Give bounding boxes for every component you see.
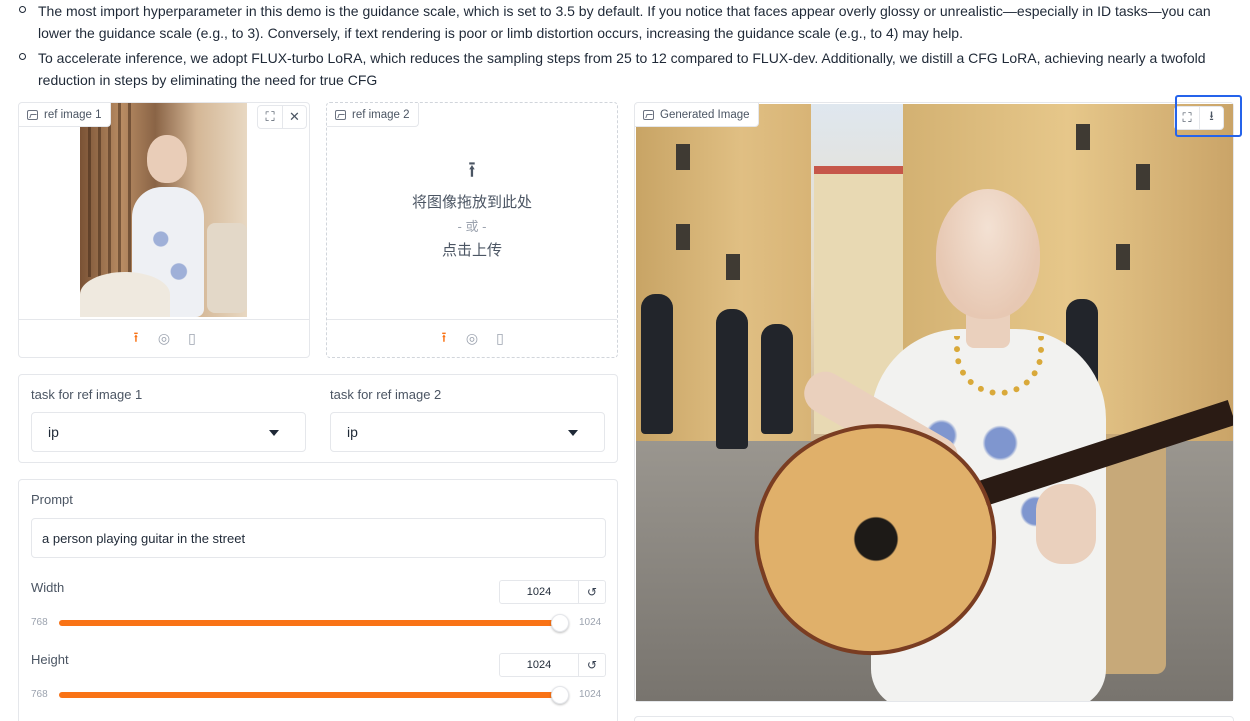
- generated-image-panel: Generated Image ⛶ ⭳: [634, 102, 1234, 702]
- image-icon: [27, 109, 38, 120]
- width-label: Width: [31, 580, 65, 595]
- width-slider-fill: [59, 620, 562, 626]
- settings-panel: Prompt a person playing guitar in the st…: [18, 479, 618, 721]
- ref-image-1-label: ref image 1: [19, 103, 111, 127]
- note-text: To accelerate inference, we adopt FLUX-t…: [38, 50, 1206, 88]
- next-panel: [634, 716, 1234, 721]
- ref-image-1-panel[interactable]: ref image 1 ⛶ ✕ ⭱ ◎ ▯: [18, 102, 310, 358]
- task1-dropdown[interactable]: ip: [31, 412, 306, 452]
- height-slider[interactable]: [59, 686, 569, 704]
- height-min: 768: [31, 689, 48, 700]
- height-slider-thumb[interactable]: [551, 686, 569, 704]
- generated-image-label: Generated Image: [635, 103, 759, 127]
- ref-image-2-toolbar: ⭱ ◎ ▯: [327, 319, 617, 357]
- height-max: 1024: [579, 689, 602, 700]
- upload-icon[interactable]: ⭱: [129, 329, 143, 346]
- note-turbo: To accelerate inference, we adopt FLUX-t…: [18, 47, 1228, 91]
- fullscreen-icon[interactable]: ⛶: [1175, 107, 1199, 129]
- height-slider-fill: [59, 692, 562, 698]
- width-max: 1024: [579, 617, 602, 628]
- reset-icon[interactable]: ↺: [579, 653, 606, 677]
- width-number-input[interactable]: 1024: [499, 580, 579, 604]
- fullscreen-icon[interactable]: ⛶: [258, 106, 282, 128]
- note-text: The most import hyperparameter in this d…: [38, 3, 1211, 41]
- click-upload-text[interactable]: 点击上传: [442, 239, 502, 263]
- height-number-input[interactable]: 1024: [499, 653, 579, 677]
- or-text: - 或 -: [457, 219, 487, 234]
- image-icon: [643, 109, 654, 120]
- task2-value: ip: [347, 424, 358, 440]
- height-label: Height: [31, 652, 69, 667]
- task2-dropdown[interactable]: ip: [330, 412, 605, 452]
- generated-image-actions: ⛶ ⭳: [1174, 106, 1224, 130]
- ref-image-1-toolbar: ⭱ ◎ ▯: [19, 319, 309, 357]
- prompt-input[interactable]: a person playing guitar in the street: [31, 518, 606, 558]
- webcam-icon[interactable]: ◎: [157, 330, 171, 346]
- chevron-down-icon: [269, 430, 279, 436]
- width-min: 768: [31, 617, 48, 628]
- clipboard-icon[interactable]: ▯: [493, 330, 507, 346]
- ref-image-1-preview: [80, 103, 247, 317]
- task1-label: task for ref image 1: [31, 387, 143, 402]
- width-slider-thumb[interactable]: [551, 614, 569, 632]
- generated-image: [636, 104, 1233, 701]
- webcam-icon[interactable]: ◎: [465, 330, 479, 346]
- notes-section: The most import hyperparameter in this d…: [18, 0, 1228, 93]
- task-selectors-panel: task for ref image 1 ip task for ref ima…: [18, 374, 618, 463]
- drop-text: 将图像拖放到此处: [411, 194, 532, 211]
- task2-label: task for ref image 2: [330, 387, 442, 402]
- clipboard-icon[interactable]: ▯: [185, 330, 199, 346]
- download-icon[interactable]: ⭳: [1199, 107, 1223, 129]
- ref-image-2-label: ref image 2: [327, 103, 419, 127]
- upload-icon[interactable]: ⭱: [437, 329, 451, 346]
- reset-icon[interactable]: ↺: [579, 580, 606, 604]
- ref-image-2-dropzone[interactable]: ref image 2 ⭱ 将图像拖放到此处 - 或 - 点击上传 ⭱ ◎ ▯: [326, 102, 618, 358]
- task1-value: ip: [48, 424, 59, 440]
- width-slider[interactable]: [59, 614, 569, 632]
- note-guidance: The most import hyperparameter in this d…: [18, 0, 1228, 44]
- ref-image-1-actions: ⛶ ✕: [257, 105, 307, 129]
- close-icon[interactable]: ✕: [282, 106, 306, 128]
- upload-icon: ⭱: [468, 157, 476, 182]
- chevron-down-icon: [568, 430, 578, 436]
- upload-area[interactable]: ⭱ 将图像拖放到此处 - 或 - 点击上传: [327, 103, 617, 319]
- prompt-label: Prompt: [31, 492, 73, 507]
- image-icon: [335, 109, 346, 120]
